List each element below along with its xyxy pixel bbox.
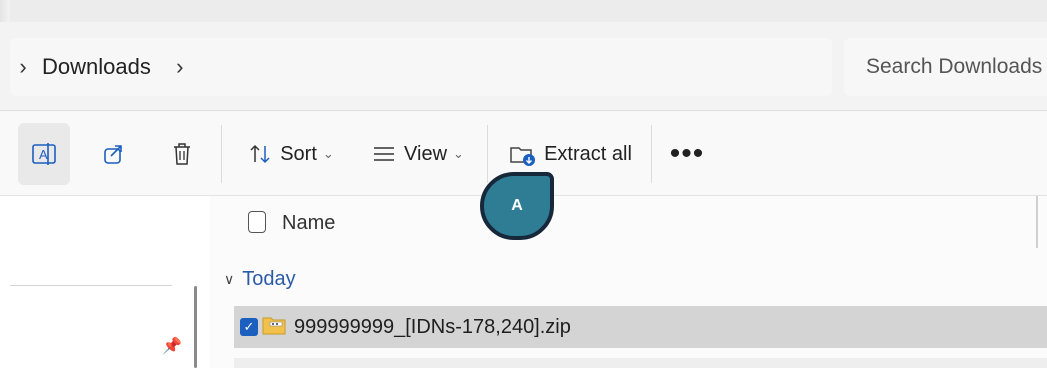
navigation-pane: 📌 [0,196,210,368]
address-row: › Downloads › Search Downloads [0,22,1047,111]
select-all-checkbox[interactable] [248,211,266,233]
chevron-down-icon: ⌄ [322,146,334,161]
pin-icon[interactable]: 📌 [162,336,182,356]
table-row[interactable]: ✓ 999999999_[IDNs-178,240].zip [234,306,1047,348]
trash-icon [174,143,190,165]
row-checkbox[interactable]: ✓ [240,318,258,336]
share-button[interactable] [88,123,140,185]
view-lines-icon [374,147,395,161]
svg-text:A: A [39,147,48,162]
nav-divider [10,285,172,286]
breadcrumb-item-downloads[interactable]: Downloads [42,54,151,80]
extract-all-label: Extract all [544,142,632,165]
annotation-label: A [511,197,523,214]
search-input[interactable]: Search Downloads [844,38,1047,96]
chevron-down-icon: ∨ [224,271,235,287]
nav-scrollbar[interactable] [194,286,197,368]
group-label: Today [242,268,296,290]
pane-divider [1036,196,1038,248]
sort-icon [250,144,270,164]
view-button[interactable]: View ⌄ [362,123,474,185]
explorer-window: › Downloads › Search Downloads A Sort ⌄ … [0,0,1047,368]
chevron-down-icon: ⌄ [453,146,464,161]
title-strip [10,0,1047,23]
extract-folder-icon [510,147,536,166]
group-header-today[interactable]: ∨ Today [224,268,296,291]
breadcrumb[interactable]: › Downloads › [10,38,832,96]
view-label: View [404,142,448,165]
toolbar-separator [651,125,652,183]
toolbar-separator [487,125,488,183]
breadcrumb-chevron-icon[interactable]: › [167,54,193,80]
column-header-name[interactable]: Name [282,212,335,235]
breadcrumb-chevron-icon[interactable]: › [10,54,36,80]
more-dots-icon: ••• [669,137,705,170]
sort-label: Sort [280,142,317,165]
zip-folder-icon [262,315,286,340]
rename-icon: A [32,143,56,165]
list-item [234,358,1047,368]
more-options-button[interactable]: ••• [664,123,710,185]
toolbar-separator [221,125,222,183]
file-name: 999999999_[IDNs-178,240].zip [294,315,571,338]
annotation-marker: A [480,172,554,240]
share-icon [104,145,122,164]
search-placeholder: Search Downloads [866,55,1043,78]
delete-button[interactable] [156,123,208,185]
sort-button[interactable]: Sort ⌄ [236,123,346,185]
rename-button[interactable]: A [18,123,70,185]
file-list-pane: Name ∨ Today ✓ 999999999_[IDNs-178,240].… [210,196,1047,368]
